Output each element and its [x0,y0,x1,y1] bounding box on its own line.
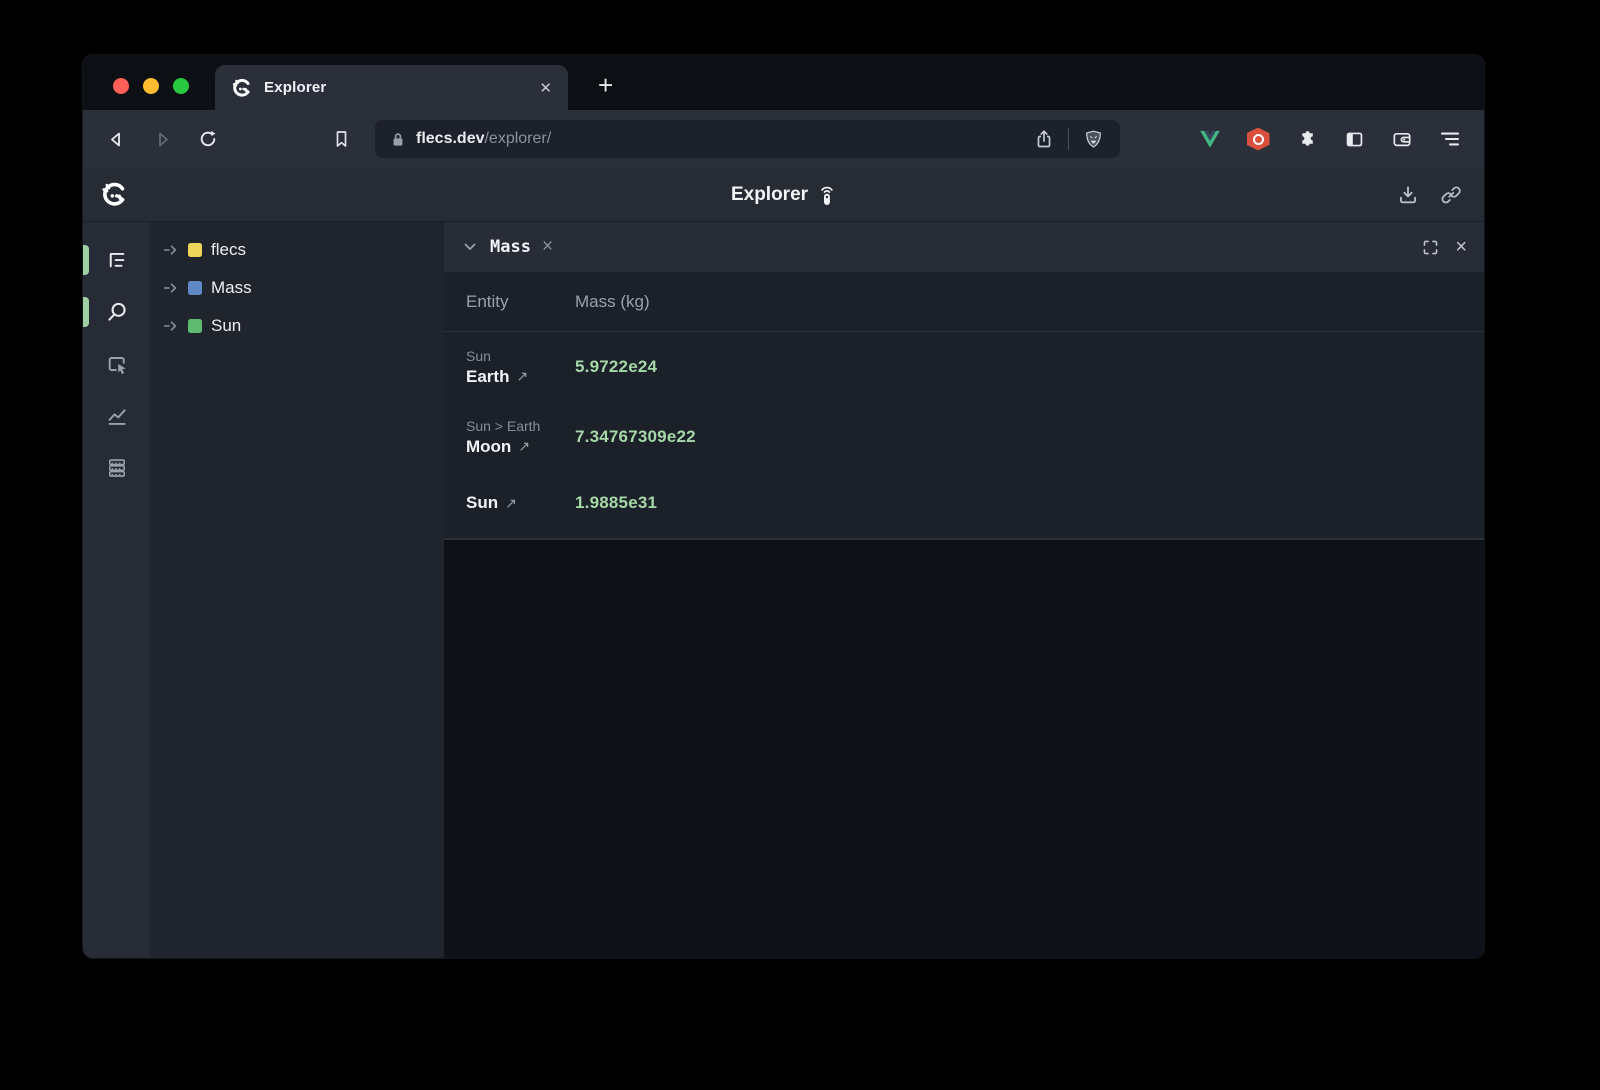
extensions-puzzle-icon[interactable] [1293,126,1319,152]
external-link-icon[interactable]: ↗ [518,438,530,455]
bookmark-icon[interactable] [326,124,356,154]
empty-canvas [444,540,1484,958]
wallet-icon[interactable] [1389,126,1415,152]
query-panel-actions: × [1421,237,1467,257]
tree-item-label: flecs [211,240,246,260]
entity-link[interactable]: Earth [466,367,509,387]
icon-rail [83,222,150,958]
line-chart-icon [105,404,129,428]
mass-value: 1.9885e31 [575,493,657,513]
browser-tab-strip: Explorer ✕ + [83,55,1484,110]
remote-connection-icon [817,183,836,207]
flecs-favicon [231,77,253,99]
sidebar-toggle-icon[interactable] [1341,126,1367,152]
query-panel-header: Mass × × [444,222,1484,272]
select-cursor-icon [105,352,129,376]
app-header: Explorer [83,168,1484,222]
entity-link[interactable]: Moon [466,437,511,457]
collapse-chevron-icon[interactable] [461,238,479,256]
extensions-row [1197,126,1463,152]
tree-item-flecs[interactable]: flecs [150,231,444,269]
query-title: Mass [490,237,531,257]
browser-window: Explorer ✕ + flec [83,55,1484,958]
mass-value: 5.9722e24 [575,357,657,377]
entity-cell: Sun ↗ [444,493,575,513]
app-content: flecs Mass Sun [83,222,1484,958]
table-header-row: Entity Mass (kg) [444,272,1484,332]
active-indicator [83,245,89,275]
external-link-icon[interactable]: ↗ [505,495,517,512]
expand-chevron-icon[interactable] [163,280,179,296]
query-results-table: Entity Mass (kg) Sun Earth ↗ 5.9722e24 [444,272,1484,540]
rail-item-stats[interactable] [83,390,150,442]
entity-tree-panel: flecs Mass Sun [150,222,444,958]
fullscreen-icon[interactable] [1421,238,1440,257]
url-path: /explorer/ [484,130,551,147]
flecs-logo [100,180,129,209]
entity-parent-path: Sun [466,348,575,364]
external-link-icon[interactable]: ↗ [516,368,528,385]
rail-item-inspect[interactable] [83,338,150,390]
query-close-icon[interactable]: × [542,236,553,258]
entity-cell: Sun > Earth Moon ↗ [444,418,575,457]
table-rows-icon [105,456,129,480]
minimize-window-button[interactable] [143,78,159,94]
download-icon[interactable] [1393,180,1423,210]
entity-color-square [188,319,202,333]
lock-icon [389,130,407,149]
column-header-entity: Entity [444,292,575,312]
reload-button[interactable] [193,124,223,154]
back-button[interactable] [101,124,131,154]
url-bar[interactable]: flecs.dev/explorer/ [375,120,1120,158]
tab-explorer[interactable]: Explorer ✕ [215,65,568,110]
expand-chevron-icon[interactable] [163,242,179,258]
share-icon[interactable] [1029,124,1059,154]
entity-color-square [188,243,202,257]
table-row: Sun Earth ↗ 5.9722e24 [444,332,1484,402]
browser-toolbar: flecs.dev/explorer/ [83,110,1484,168]
page-title: Explorer [731,183,836,207]
mass-value: 7.34767309e22 [575,427,696,447]
entity-link[interactable]: Sun [466,493,498,513]
tab-title: Explorer [264,79,528,96]
page-title-text: Explorer [731,184,808,206]
zoom-window-button[interactable] [173,78,189,94]
rail-item-search[interactable] [83,286,150,338]
url-domain: flecs.dev [416,130,484,147]
search-icon [105,300,129,324]
url-divider [1068,128,1069,150]
active-indicator [83,297,89,327]
vue-devtools-icon[interactable] [1197,126,1223,152]
panel-close-icon[interactable]: × [1455,237,1467,257]
rail-item-tree[interactable] [83,234,150,286]
entity-color-square [188,281,202,295]
tree-item-label: Sun [211,316,241,336]
expand-chevron-icon[interactable] [163,318,179,334]
tab-close-icon[interactable]: ✕ [539,79,552,97]
tree-item-sun[interactable]: Sun [150,307,444,345]
column-header-mass: Mass (kg) [575,292,650,312]
close-window-button[interactable] [113,78,129,94]
brave-shield-icon[interactable] [1078,124,1108,154]
rail-item-tables[interactable] [83,442,150,494]
tree-item-mass[interactable]: Mass [150,269,444,307]
traffic-lights [113,78,189,94]
main-area: Mass × × Entity Mass (kg) [444,222,1484,958]
forward-button[interactable] [147,124,177,154]
table-row: Sun ↗ 1.9885e31 [444,472,1484,538]
extension-hexagon-icon[interactable] [1245,126,1271,152]
entity-parent-path: Sun > Earth [466,418,575,434]
share-link-icon[interactable] [1436,180,1466,210]
app-header-actions [1393,180,1466,210]
browser-menu-icon[interactable] [1437,126,1463,152]
new-tab-button[interactable]: + [598,72,613,98]
table-row: Sun > Earth Moon ↗ 7.34767309e22 [444,402,1484,472]
url-text: flecs.dev/explorer/ [416,130,551,148]
entity-tree-icon [105,249,128,272]
tree-item-label: Mass [211,278,252,298]
entity-cell: Sun Earth ↗ [444,348,575,387]
